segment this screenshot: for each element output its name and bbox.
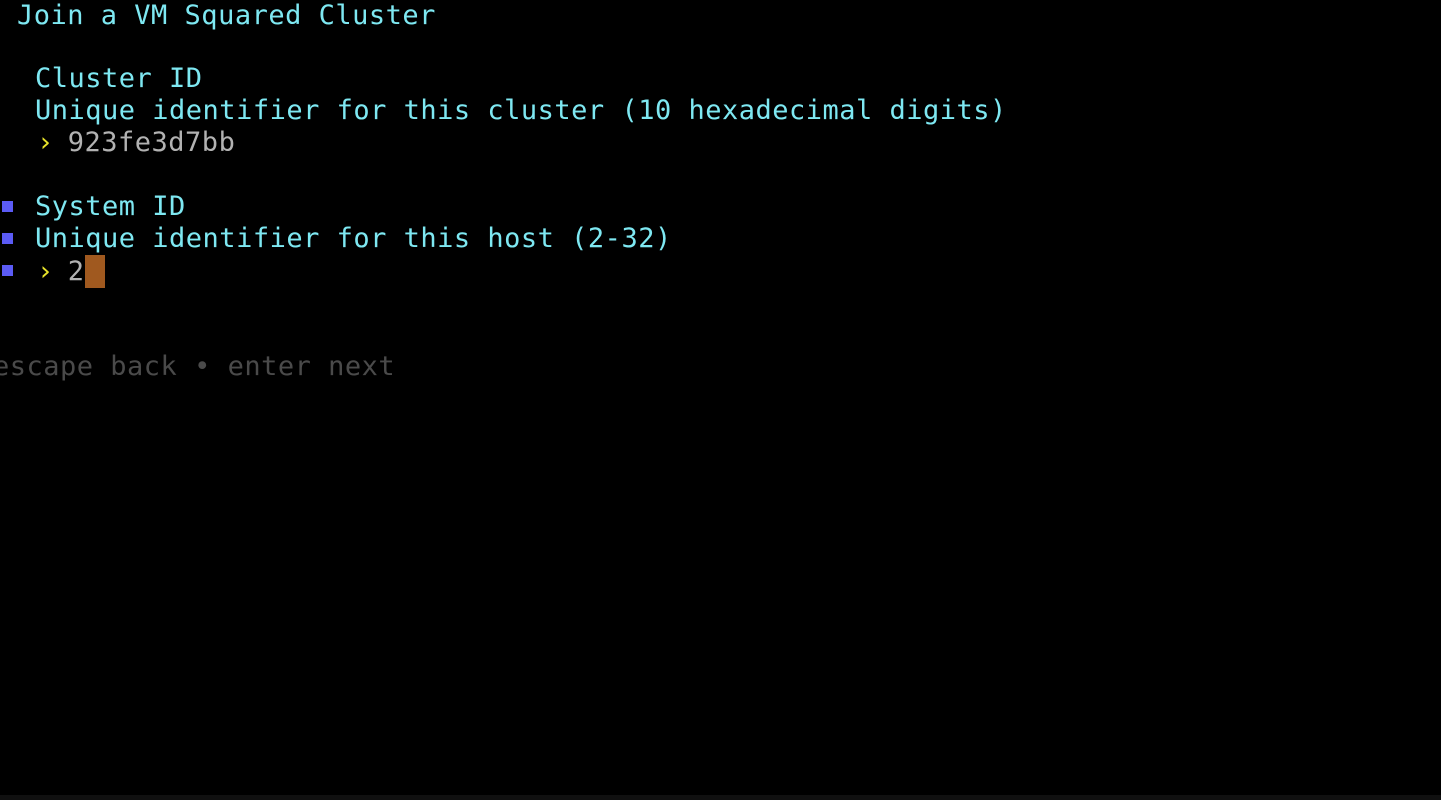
cluster-id-value: 923fe3d7bb (67, 127, 236, 158)
active-field-marker (2, 265, 13, 276)
bottom-strip (0, 795, 1441, 800)
cluster-id-input[interactable]: › 923fe3d7bb (37, 127, 235, 159)
cluster-id-label: Cluster ID (35, 63, 203, 94)
chevron-right-icon: › (37, 255, 54, 287)
system-id-input[interactable]: › 2 (37, 255, 105, 288)
footer-help: escape back • enter next (0, 351, 396, 382)
text-cursor (84, 255, 105, 288)
terminal-screen: Join a VM Squared Cluster Cluster ID Uni… (0, 0, 1441, 800)
page-title: Join a VM Squared Cluster (17, 0, 436, 31)
cluster-id-description: Unique identifier for this cluster (10 h… (35, 95, 1007, 126)
chevron-right-icon: › (37, 127, 54, 158)
system-id-label: System ID (35, 191, 186, 222)
system-id-description: Unique identifier for this host (2-32) (35, 223, 672, 254)
system-id-value: 2 (67, 255, 85, 287)
active-field-marker (2, 233, 13, 244)
active-field-marker (2, 201, 13, 212)
